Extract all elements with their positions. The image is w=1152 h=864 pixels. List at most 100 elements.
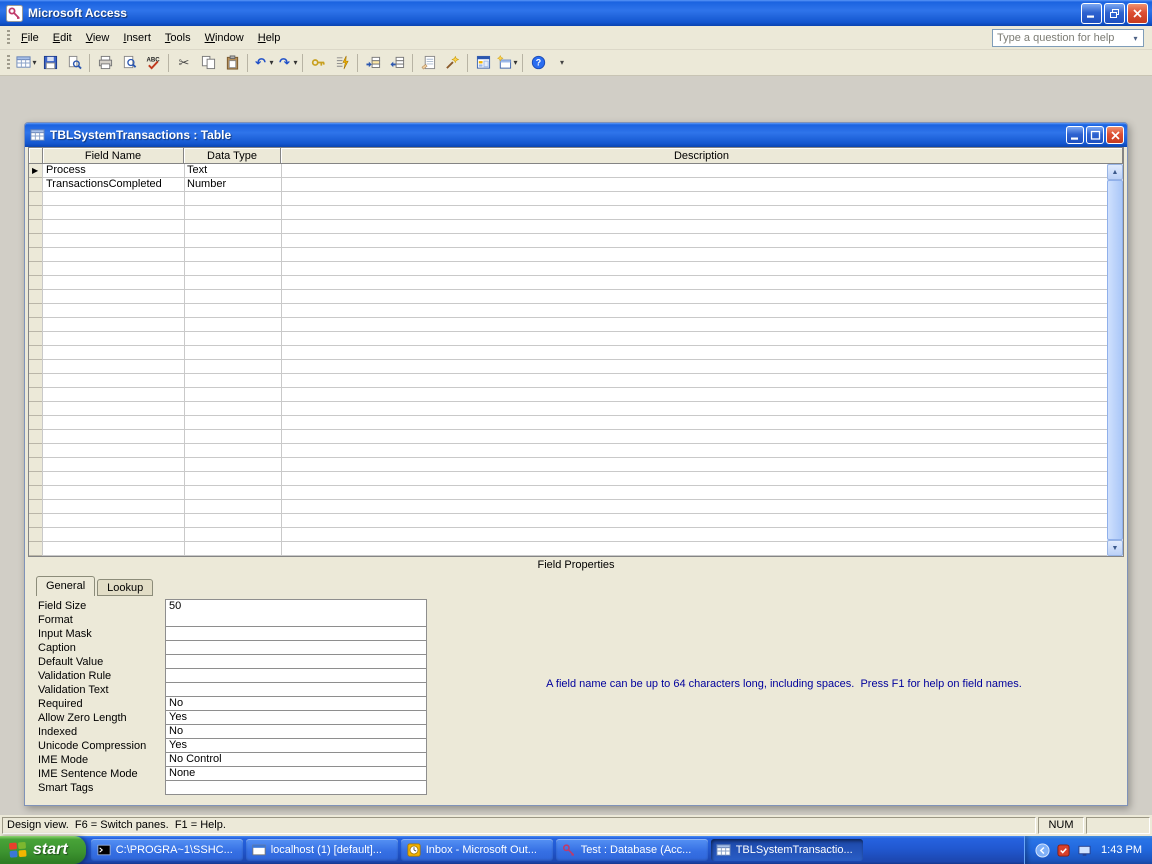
start-label: start — [33, 841, 68, 859]
taskbar-clock[interactable]: 1:43 PM — [1101, 844, 1142, 856]
grid-body[interactable]: ProcessTextTransactionsCompletedNumber▶ — [29, 164, 1107, 556]
table-view-button[interactable]: ▾ — [15, 52, 37, 74]
property-value-input[interactable]: 50 — [165, 599, 427, 614]
scroll-up-icon[interactable]: ▲ — [1107, 164, 1123, 180]
menu-window[interactable]: Window — [198, 28, 251, 48]
taskbar-button[interactable]: localhost (1) [default]... — [246, 839, 398, 861]
database-window-button[interactable] — [472, 52, 494, 74]
property-row: Allow Zero LengthYes — [36, 711, 428, 725]
property-value-input[interactable]: No Control — [165, 753, 427, 767]
file-search-button[interactable] — [63, 52, 85, 74]
primary-key-button[interactable] — [307, 52, 329, 74]
new-object-icon — [496, 55, 512, 71]
row-selector-column[interactable] — [29, 164, 43, 556]
tab-general[interactable]: General — [36, 576, 95, 596]
property-value-input[interactable]: Yes — [165, 739, 427, 753]
property-value-input[interactable] — [165, 655, 427, 669]
property-value-input[interactable]: Yes — [165, 711, 427, 725]
spelling-button[interactable]: ABC — [142, 52, 164, 74]
property-value-input[interactable] — [165, 627, 427, 641]
save-icon — [42, 55, 58, 71]
tray-status-icon-2[interactable] — [1076, 842, 1092, 858]
insert-rows-button[interactable] — [362, 52, 384, 74]
property-value-input[interactable] — [165, 641, 427, 655]
minimize-button[interactable] — [1081, 3, 1102, 24]
menu-insert[interactable]: Insert — [116, 28, 158, 48]
status-panel-empty — [1086, 817, 1150, 834]
copy-icon — [200, 55, 216, 71]
properties-button[interactable] — [417, 52, 439, 74]
description-cell[interactable] — [281, 178, 1107, 191]
property-value-input[interactable] — [165, 781, 427, 795]
scroll-down-icon[interactable]: ▼ — [1107, 540, 1123, 556]
menu-view[interactable]: View — [79, 28, 117, 48]
toolbar-grip[interactable] — [7, 30, 10, 46]
desktop: Microsoft Access FileEditViewInsertTools… — [0, 0, 1152, 864]
grid-vertical-scrollbar[interactable]: ▲ ▼ — [1107, 164, 1123, 556]
property-value-input[interactable]: No — [165, 725, 427, 739]
property-label: Smart Tags — [36, 781, 165, 795]
description-cell[interactable] — [281, 164, 1107, 177]
restore-button[interactable] — [1104, 3, 1125, 24]
delete-rows-button[interactable] — [386, 52, 408, 74]
cut-button[interactable]: ✂ — [173, 52, 195, 74]
taskbar-button[interactable]: C:\PROGRA~1\SSHC... — [91, 839, 243, 861]
access-app-icon — [6, 5, 23, 22]
property-value-input[interactable] — [165, 613, 427, 627]
print-preview-button[interactable] — [118, 52, 140, 74]
doc-close-button[interactable] — [1106, 126, 1124, 144]
property-row: Format — [36, 613, 428, 627]
console-icon — [96, 842, 112, 858]
hide-icons-chevron-icon[interactable] — [1034, 842, 1050, 858]
help-question-box[interactable]: Type a question for help ▾ — [992, 29, 1144, 47]
svg-text:?: ? — [535, 58, 540, 68]
doc-titlebar[interactable]: TBLSystemTransactions : Table — [25, 123, 1127, 147]
field-name-cell[interactable]: TransactionsCompleted — [43, 178, 184, 191]
scrollbar-thumb[interactable] — [1107, 180, 1123, 540]
dropdown-arrow-icon: ▾ — [513, 58, 517, 67]
field-name-cell[interactable]: Process — [43, 164, 184, 177]
toolbar-options-button[interactable]: ▾ — [551, 52, 573, 74]
question-dropdown-icon[interactable]: ▾ — [1128, 34, 1143, 43]
data-type-header: Data Type — [184, 148, 281, 164]
doc-maximize-button[interactable] — [1086, 126, 1104, 144]
property-value-input[interactable] — [165, 683, 427, 697]
new-object-button[interactable]: ▾ — [496, 52, 518, 74]
toolbar-separator — [247, 54, 248, 72]
taskbar-button[interactable]: Test : Database (Acc... — [556, 839, 708, 861]
data-type-cell[interactable]: Text — [184, 164, 281, 177]
property-label: Default Value — [36, 655, 165, 669]
tray-status-icon-1[interactable] — [1055, 842, 1071, 858]
taskbar-button[interactable]: Inbox - Microsoft Out... — [401, 839, 553, 861]
property-label: Indexed — [36, 725, 165, 739]
property-row: Input Mask — [36, 627, 428, 641]
taskbar-button[interactable]: TBLSystemTransactio... — [711, 839, 863, 861]
print-button[interactable] — [94, 52, 116, 74]
menu-tools[interactable]: Tools — [158, 28, 198, 48]
help-button[interactable]: ? — [527, 52, 549, 74]
svg-text:ABC: ABC — [146, 57, 160, 64]
indexes-button[interactable] — [331, 52, 353, 74]
undo-button[interactable]: ↶▾ — [252, 52, 274, 74]
menu-file[interactable]: File — [14, 28, 46, 48]
redo-button[interactable]: ↷▾ — [276, 52, 298, 74]
property-value-input[interactable]: None — [165, 767, 427, 781]
copy-button[interactable] — [197, 52, 219, 74]
toolbar-separator — [302, 54, 303, 72]
close-button[interactable] — [1127, 3, 1148, 24]
menu-help[interactable]: Help — [251, 28, 288, 48]
data-type-cell[interactable]: Number — [184, 178, 281, 191]
property-value-input[interactable] — [165, 669, 427, 683]
toolbar-grip[interactable] — [7, 55, 10, 71]
build-icon — [444, 55, 460, 71]
start-button[interactable]: start — [0, 836, 86, 864]
build-button[interactable] — [441, 52, 463, 74]
tab-lookup[interactable]: Lookup — [97, 579, 153, 596]
doc-minimize-button[interactable] — [1066, 126, 1084, 144]
property-label: Unicode Compression — [36, 739, 165, 753]
property-value-input[interactable]: No — [165, 697, 427, 711]
menu-edit[interactable]: Edit — [46, 28, 79, 48]
paste-button[interactable] — [221, 52, 243, 74]
save-button[interactable] — [39, 52, 61, 74]
property-label: IME Sentence Mode — [36, 767, 165, 781]
